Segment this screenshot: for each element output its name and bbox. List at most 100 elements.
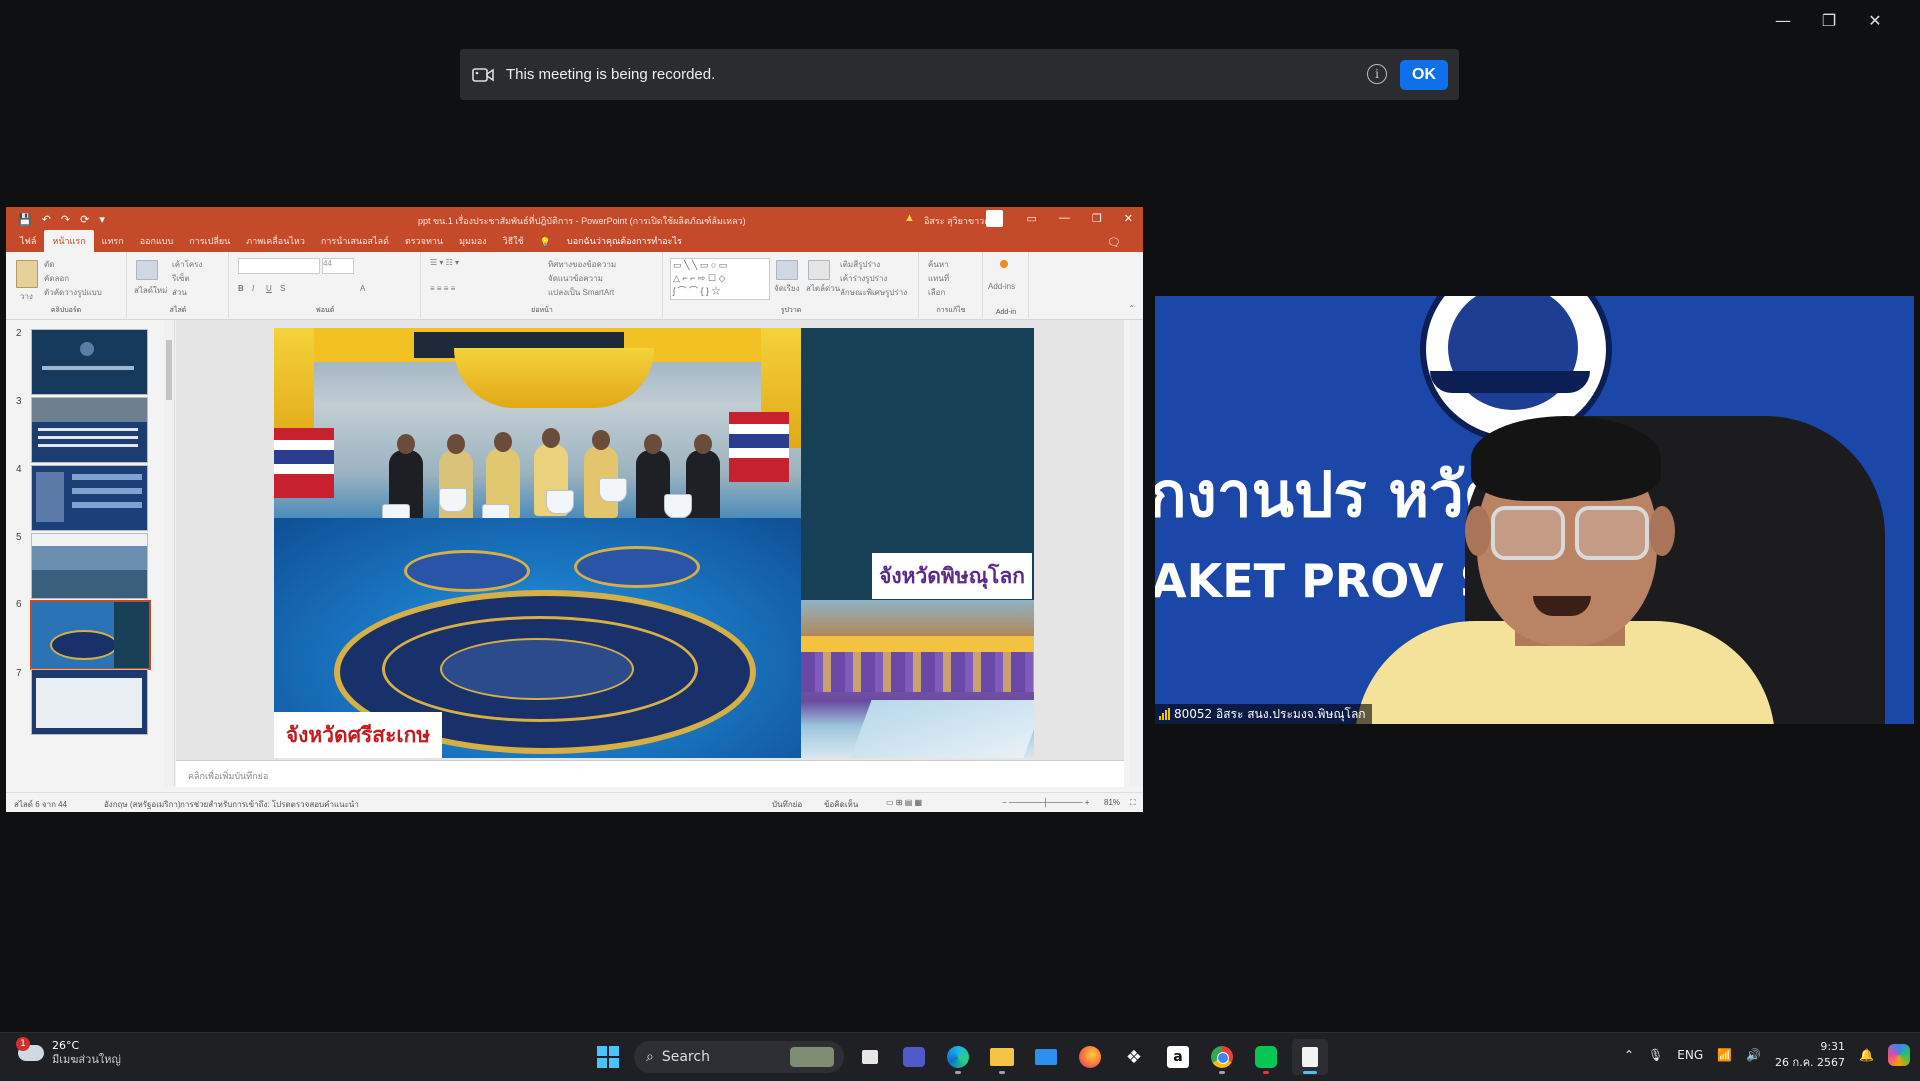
slide-thumbnail[interactable] <box>31 465 148 531</box>
new-slide-button[interactable]: สไลด์ใหม่ <box>134 284 167 297</box>
align-buttons[interactable]: ≡ ≡ ≡ ≡ <box>430 284 455 293</box>
speaker-video[interactable]: ักงานปร หวัดศรีสะเ AKET PROV SHERIES OFF… <box>1155 296 1914 724</box>
tab-help[interactable]: วิธีใช้ <box>495 234 532 252</box>
speaker-icon[interactable]: 🔊 <box>1746 1048 1761 1062</box>
start-slideshow-icon[interactable]: ⟳ <box>80 213 89 226</box>
tab-transitions[interactable]: การเปลี่ยน <box>181 234 238 252</box>
copilot-icon[interactable] <box>1888 1044 1910 1066</box>
user-name[interactable]: อิสระ สุวิยาขาวตรี <box>924 214 995 228</box>
windows-start-icon[interactable] <box>590 1039 626 1075</box>
ok-button[interactable]: OK <box>1400 60 1448 90</box>
tab-home[interactable]: หน้าแรก <box>44 230 94 252</box>
addins-button[interactable]: Add-ins <box>988 282 1015 291</box>
text-direction-button[interactable]: ทิศทางของข้อความ <box>548 258 616 271</box>
tell-me-search[interactable]: บอกฉันว่าคุณต้องการทำอะไร <box>559 234 690 252</box>
font-name-box[interactable] <box>238 258 320 274</box>
tab-review[interactable]: ตรวจทาน <box>397 234 451 252</box>
wifi-icon[interactable]: 📶 <box>1717 1048 1732 1062</box>
redo-icon[interactable]: ↷ <box>61 213 70 226</box>
shape-outline-button[interactable]: เค้าร่างรูปร่าง <box>840 272 887 285</box>
zoom-level[interactable]: 81% <box>1104 798 1120 807</box>
comments-icon[interactable]: 🗨 <box>1099 236 1129 253</box>
thumbnail-scrollbar[interactable] <box>164 320 174 786</box>
smartart-button[interactable]: แปลงเป็น SmartArt <box>548 286 614 299</box>
bold-button[interactable]: B <box>238 284 244 293</box>
layout-button[interactable]: เค้าโครง <box>172 258 202 271</box>
arrange-icon[interactable] <box>776 260 798 280</box>
slide-thumbnail[interactable] <box>31 397 148 463</box>
tab-animations[interactable]: ภาพเคลื่อนไหว <box>238 234 313 252</box>
edge-icon[interactable] <box>940 1039 976 1075</box>
copy-button[interactable]: คัดลอก <box>44 272 69 285</box>
notes-pane[interactable]: คลิกเพื่อเพิ่มบันทึกย่อ <box>176 760 1124 787</box>
collapse-ribbon-icon[interactable]: ⌃ <box>1128 304 1135 313</box>
section-button[interactable]: ส่วน <box>172 286 187 299</box>
editor-scrollbar[interactable] <box>1129 320 1143 786</box>
amazon-icon[interactable]: a <box>1160 1039 1196 1075</box>
notes-toggle[interactable]: บันทึกย่อ <box>772 798 802 811</box>
new-slide-icon[interactable] <box>136 260 158 280</box>
task-view-icon[interactable] <box>852 1039 888 1075</box>
quick-styles-button[interactable]: สไตล์ด่วน <box>806 282 840 295</box>
addins-icon[interactable] <box>1000 260 1008 268</box>
slide-thumbnail[interactable] <box>31 329 148 395</box>
find-button[interactable]: ค้นหา <box>928 258 949 271</box>
mail-icon[interactable] <box>1028 1039 1064 1075</box>
ppt-restore-button[interactable]: ❐ <box>1092 212 1102 225</box>
document-app-icon[interactable] <box>1292 1039 1328 1075</box>
tab-file[interactable]: ไฟล์ <box>12 234 44 252</box>
ppt-close-button[interactable]: ✕ <box>1124 212 1133 225</box>
bullets-button[interactable]: ☰ ▾ ☷ ▾ <box>430 258 459 267</box>
tab-view[interactable]: มุมมอง <box>451 234 495 252</box>
accessibility-status[interactable]: การช่วยสำหรับการเข้าถึง: โปรดตรวจสอบคำแน… <box>180 798 359 811</box>
chrome-icon[interactable] <box>1204 1039 1240 1075</box>
format-painter-button[interactable]: ตัวคัดวางรูปแบบ <box>44 286 102 299</box>
quick-styles-icon[interactable] <box>808 260 830 280</box>
tab-insert[interactable]: แทรก <box>94 234 132 252</box>
ppt-minimize-button[interactable]: — <box>1059 212 1070 225</box>
zoom-slider[interactable]: − ──────┼────── + <box>1002 798 1089 807</box>
current-slide[interactable]: จังหวัดศรีสะเกษ จังหวัดพิษณุโลก <box>274 328 1034 758</box>
shapes-gallery[interactable]: ▭ ╲ ╲ ▭ ○ ▭ △ ⌐ ⌐ ⇨ ☐ ◇ ʃ ⌒ ⌒ { } ☆ <box>670 258 770 300</box>
slide-thumbnail[interactable] <box>31 669 148 735</box>
shadow-button[interactable]: S <box>280 284 285 293</box>
restore-button[interactable]: ❐ <box>1806 0 1852 40</box>
minimize-button[interactable]: — <box>1760 0 1806 40</box>
notification-bell-icon[interactable]: 🔔 <box>1859 1048 1874 1062</box>
cut-button[interactable]: ตัด <box>44 258 54 271</box>
tab-slideshow[interactable]: การนำเสนอสไลด์ <box>313 234 397 252</box>
replace-button[interactable]: แทนที่ <box>928 272 949 285</box>
firefox-icon[interactable] <box>1072 1039 1108 1075</box>
dropbox-icon[interactable]: ❖ <box>1116 1039 1152 1075</box>
undo-icon[interactable]: ↶ <box>42 213 51 226</box>
select-button[interactable]: เลือก <box>928 286 945 299</box>
language-indicator[interactable]: ENG <box>1677 1048 1703 1062</box>
view-buttons[interactable]: ▭ ⊞ ▤ ▦ <box>886 798 922 807</box>
fit-slide-icon[interactable]: ⛶ <box>1130 798 1136 808</box>
font-size-box[interactable]: 44 <box>322 258 354 274</box>
taskbar-search[interactable]: ⌕ Search <box>634 1041 844 1073</box>
weather-widget[interactable]: 1 26°C มีเมฆส่วนใหญ่ <box>16 1037 121 1067</box>
tab-design[interactable]: ออกแบบ <box>132 234 182 252</box>
arrange-button[interactable]: จัดเรียง <box>774 282 800 295</box>
paste-button[interactable]: วาง <box>20 290 33 303</box>
chevron-up-icon[interactable]: ⌃ <box>1624 1048 1634 1062</box>
customize-qat-icon[interactable]: ▾ <box>99 213 105 226</box>
font-color-button[interactable]: A <box>360 284 365 293</box>
shape-fill-button[interactable]: เติมสีรูปร่าง <box>840 258 880 271</box>
slide-thumbnail-selected[interactable] <box>30 600 151 670</box>
paste-icon[interactable] <box>16 260 38 288</box>
shape-effects-button[interactable]: ลักษณะพิเศษรูปร่าง <box>840 286 907 299</box>
line-icon[interactable] <box>1248 1039 1284 1075</box>
reset-button[interactable]: รีเซ็ต <box>172 272 190 285</box>
slide-thumbnail[interactable] <box>31 533 148 599</box>
underline-button[interactable]: U <box>266 284 272 293</box>
avatar[interactable] <box>986 210 1003 227</box>
ribbon-display-icon[interactable]: ▭ <box>1027 212 1037 225</box>
clock[interactable]: 9:31 26 ก.ค. 2567 <box>1775 1039 1845 1071</box>
microphone-icon[interactable]: 🎙 <box>1648 1048 1663 1062</box>
language-indicator[interactable]: อังกฤษ (สหรัฐอเมริกา) <box>104 798 181 811</box>
italic-button[interactable]: I <box>252 284 254 293</box>
align-text-button[interactable]: จัดแนวข้อความ <box>548 272 603 285</box>
comments-toggle[interactable]: ข้อคิดเห็น <box>824 798 858 811</box>
